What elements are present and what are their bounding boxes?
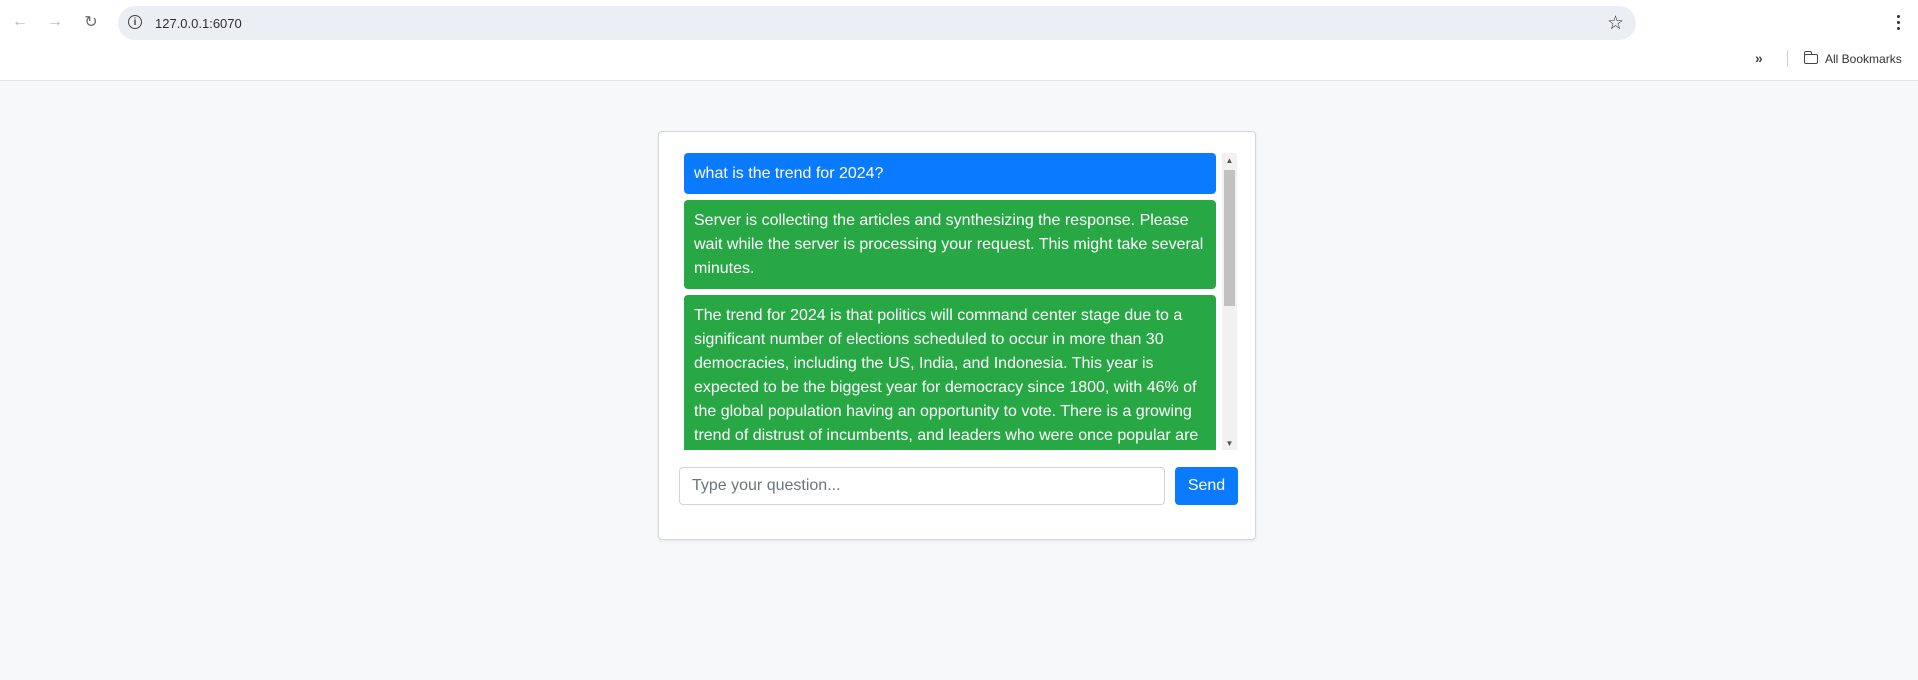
- question-input[interactable]: [679, 467, 1165, 505]
- reload-icon[interactable]: ↻: [79, 10, 103, 34]
- message-list: what is the trend for 2024? Server is co…: [684, 153, 1216, 450]
- chevron-double-right-icon[interactable]: »: [1755, 50, 1763, 66]
- folder-icon: [1803, 51, 1818, 64]
- chat-card: what is the trend for 2024? Server is co…: [658, 131, 1256, 540]
- address-bar[interactable]: i 127.0.0.1:6070 ☆: [118, 6, 1636, 40]
- scroll-up-arrow-icon[interactable]: ▲: [1222, 153, 1237, 167]
- bookmarks-divider: [1787, 51, 1788, 67]
- scrollbar-thumb[interactable]: [1224, 170, 1235, 306]
- browser-chrome: ← → ↻ i 127.0.0.1:6070 ☆ » All Bookmarks: [0, 0, 1918, 81]
- all-bookmarks-button[interactable]: All Bookmarks: [1803, 51, 1902, 67]
- send-button[interactable]: Send: [1175, 467, 1238, 505]
- scroll-down-arrow-icon[interactable]: ▼: [1222, 436, 1237, 450]
- forward-arrow-icon[interactable]: →: [43, 10, 67, 34]
- message-list-scrollbar[interactable]: ▲ ▼: [1222, 153, 1237, 450]
- site-info-icon[interactable]: i: [128, 15, 142, 29]
- bot-message: The trend for 2024 is that politics will…: [684, 295, 1216, 450]
- bot-message: Server is collecting the articles and sy…: [684, 200, 1216, 289]
- browser-menu-icon[interactable]: [1888, 12, 1908, 32]
- back-arrow-icon[interactable]: ←: [8, 10, 32, 34]
- all-bookmarks-label: All Bookmarks: [1825, 52, 1902, 66]
- url-text[interactable]: 127.0.0.1:6070: [155, 16, 242, 31]
- user-message: what is the trend for 2024?: [684, 153, 1216, 194]
- bookmark-star-icon[interactable]: ☆: [1607, 12, 1624, 35]
